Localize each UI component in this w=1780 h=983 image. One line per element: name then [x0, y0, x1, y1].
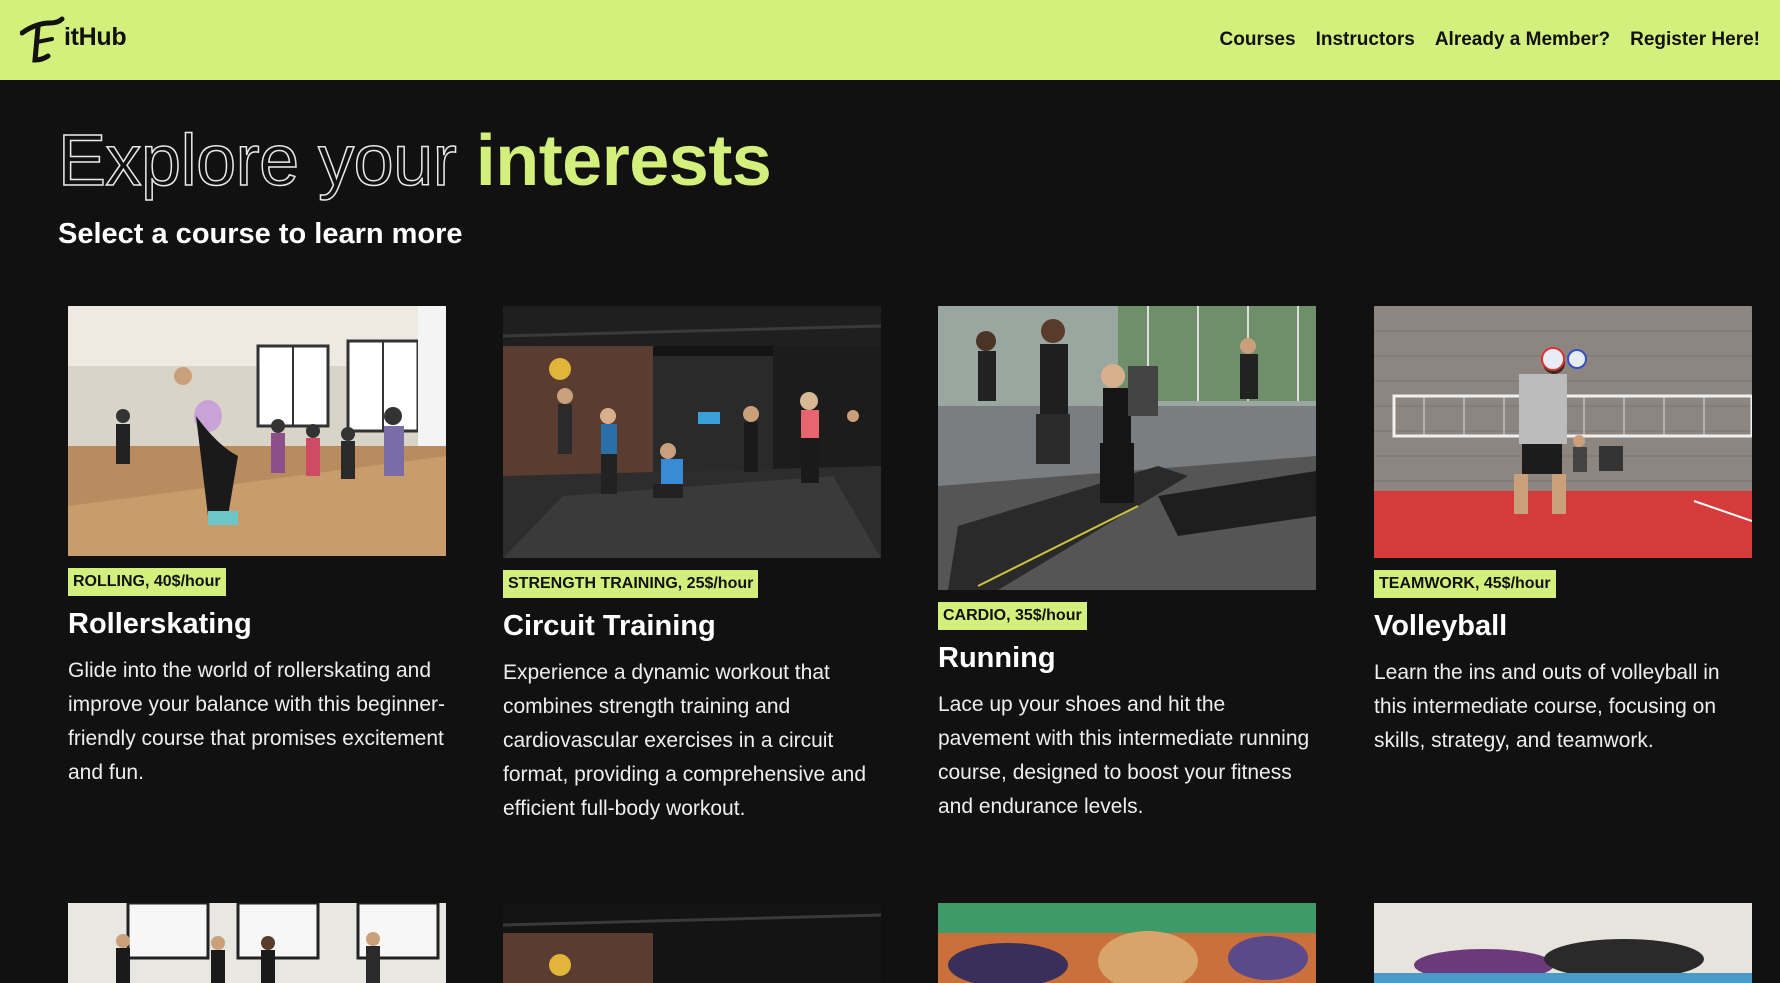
- course-card-circuit-training[interactable]: STRENGTH TRAINING, 25$/hour Circuit Trai…: [503, 306, 881, 826]
- course-card-rollerskating[interactable]: ROLLING, 40$/hour Rollerskating Glide in…: [68, 306, 446, 790]
- page-title-outline: Explore your: [57, 120, 457, 202]
- nav-menu: Courses Instructors Already a Member? Re…: [1220, 29, 1760, 51]
- fithub-logo-icon: [20, 16, 65, 63]
- navbar: itHub Courses Instructors Already a Memb…: [0, 0, 1780, 80]
- course-image-volleyball[interactable]: [1374, 306, 1752, 558]
- nav-instructors-link[interactable]: Instructors: [1316, 29, 1415, 51]
- page-title-accent: interests: [475, 121, 772, 201]
- course-title[interactable]: Volleyball: [1374, 608, 1752, 644]
- course-description: Experience a dynamic workout that combin…: [503, 661, 867, 820]
- nav-courses-link[interactable]: Courses: [1220, 29, 1296, 51]
- course-title[interactable]: Circuit Training: [503, 608, 881, 644]
- course-title[interactable]: Running: [938, 640, 1316, 676]
- nav-login-link[interactable]: Already a Member?: [1435, 29, 1610, 51]
- course-image-row2-3[interactable]: [938, 903, 1316, 983]
- course-image-running[interactable]: [938, 306, 1316, 590]
- nav-register-link[interactable]: Register Here!: [1630, 29, 1760, 51]
- logo[interactable]: itHub: [20, 16, 127, 64]
- course-description: Lace up your shoes and hit the pavement …: [938, 693, 1310, 818]
- course-image-row2-1[interactable]: [68, 903, 446, 983]
- course-badge: CARDIO, 35$/hour: [938, 602, 1087, 630]
- course-image-rollerskating[interactable]: [68, 306, 446, 556]
- course-title[interactable]: Rollerskating: [68, 606, 446, 642]
- hero-section: Explore your interests Select a course t…: [57, 118, 772, 252]
- course-image-row2-4[interactable]: [1374, 903, 1752, 983]
- course-card-running[interactable]: CARDIO, 35$/hour Running Lace up your sh…: [938, 306, 1316, 824]
- page-subtitle: Select a course to learn more: [58, 218, 463, 250]
- course-badge: STRENGTH TRAINING, 25$/hour: [503, 570, 759, 598]
- brand-name: itHub: [64, 22, 127, 51]
- course-image-row2-2[interactable]: [503, 903, 881, 983]
- course-description: Learn the ins and outs of volleyball in …: [1374, 661, 1720, 752]
- page-title: Explore your interests: [57, 118, 772, 204]
- course-badge: ROLLING, 40$/hour: [68, 568, 226, 596]
- course-description: Glide into the world of rollerskating an…: [68, 659, 446, 784]
- course-card-volleyball[interactable]: TEAMWORK, 45$/hour Volleyball Learn the …: [1374, 306, 1752, 758]
- course-image-circuit-training[interactable]: [503, 306, 881, 558]
- course-badge: TEAMWORK, 45$/hour: [1374, 570, 1556, 598]
